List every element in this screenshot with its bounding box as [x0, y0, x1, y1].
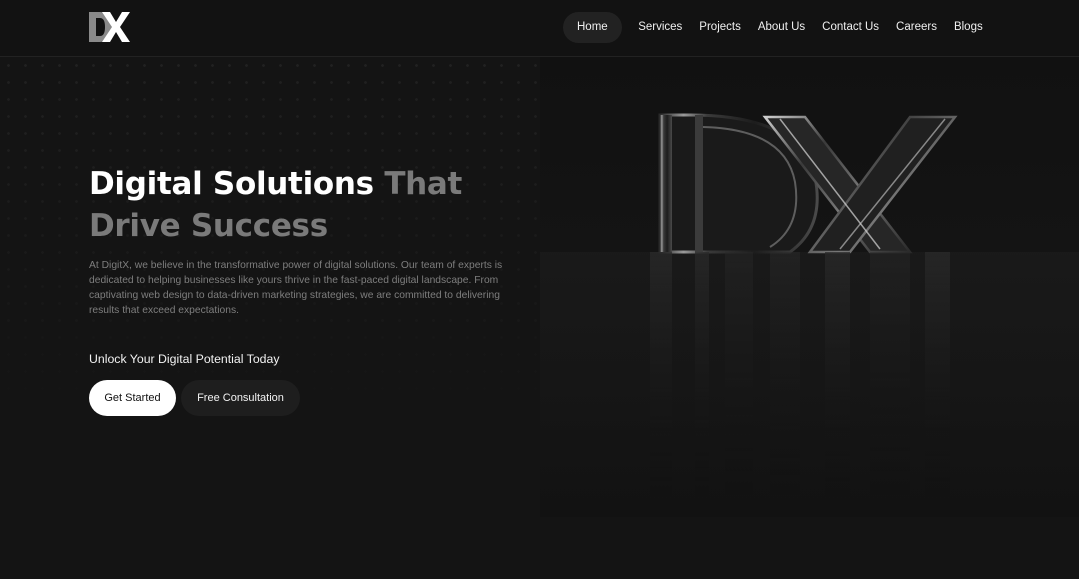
nav-item-careers[interactable]: Careers: [888, 12, 946, 43]
nav-item-home[interactable]: Home: [563, 12, 622, 43]
reflection-columns: [650, 252, 950, 497]
hero-3d-logo-visual: [540, 57, 1079, 517]
main-nav: Home Services Projects About Us Contact …: [563, 12, 991, 43]
nav-item-projects[interactable]: Projects: [691, 12, 750, 43]
free-consultation-button[interactable]: Free Consultation: [181, 380, 300, 416]
hero-title: Digital Solutions That Drive Success: [89, 163, 529, 247]
nav-item-contact-us[interactable]: Contact Us: [814, 12, 888, 43]
hero-description: At DigitX, we believe in the transformat…: [89, 260, 503, 316]
get-started-button[interactable]: Get Started: [89, 380, 176, 416]
hero-title-part2: That: [384, 166, 463, 202]
nav-item-about-us[interactable]: About Us: [749, 12, 813, 43]
dx-logo[interactable]: [88, 10, 132, 44]
hero-title-part1: Digital Solutions: [89, 166, 385, 202]
nav-item-blogs[interactable]: Blogs: [945, 12, 991, 43]
page: Home Services Projects About Us Contact …: [0, 0, 1079, 579]
dx-3d-graphic: [540, 113, 1079, 517]
site-header: Home Services Projects About Us Contact …: [0, 0, 1079, 57]
nav-item-services[interactable]: Services: [630, 12, 691, 43]
hero-title-part3: Drive Success: [89, 208, 328, 244]
cta-label: Unlock Your Digital Potential Today: [89, 352, 280, 366]
